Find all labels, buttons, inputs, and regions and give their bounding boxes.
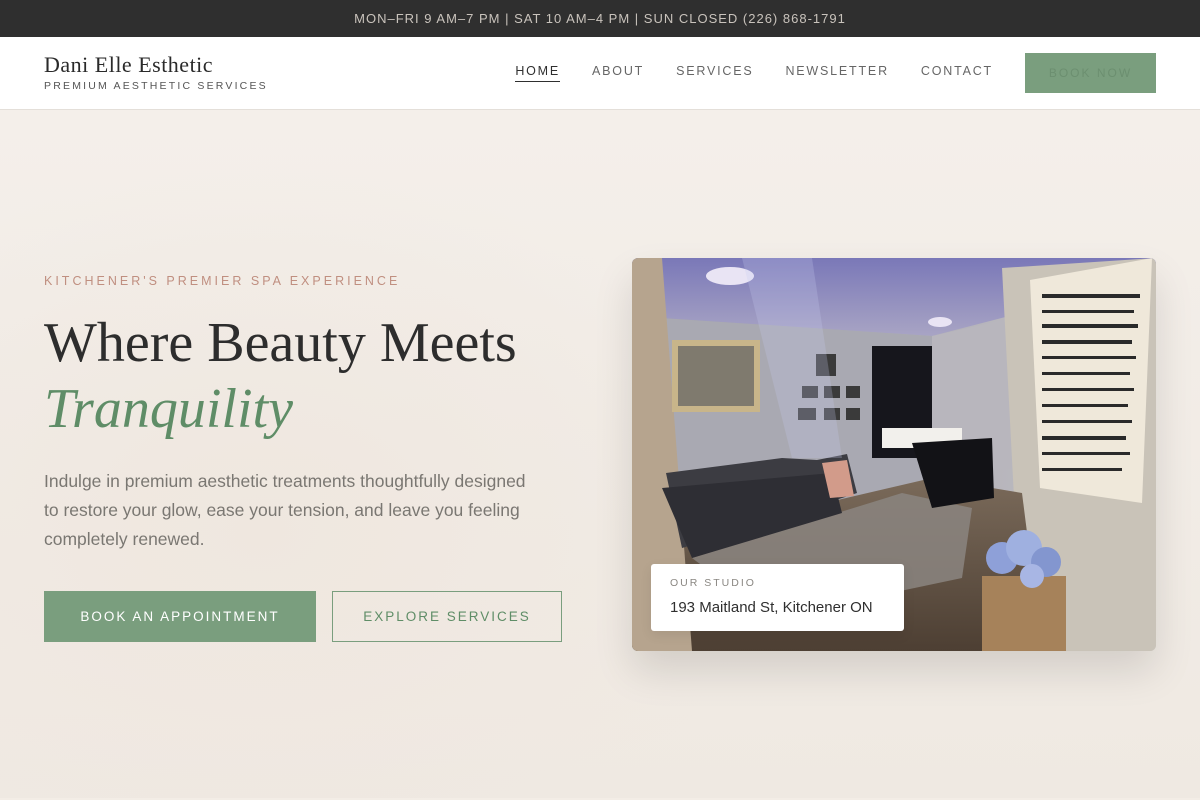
studio-label: OUR STUDIO — [670, 577, 756, 589]
site-header: Dani Elle Esthetic PREMIUM AESTHETIC SER… — [0, 37, 1200, 110]
nav-link-newsletter[interactable]: NEWSLETTER — [785, 64, 888, 82]
nav-link-about[interactable]: ABOUT — [592, 64, 644, 82]
nav-link-home[interactable]: HOME — [515, 64, 561, 82]
hero-headline-accent: Tranquility — [44, 378, 293, 441]
studio-address[interactable]: 193 Maitland St, Kitchener ON — [670, 599, 885, 616]
top-info-bar: MON–FRI 9 AM–7 PM | SAT 10 AM–4 PM | SUN… — [0, 0, 1200, 37]
brand-name: Dani Elle Esthetic — [44, 52, 214, 77]
book-now-button[interactable]: BOOK NOW — [1025, 52, 1156, 93]
hero-description: Indulge in premium aesthetic treatments … — [44, 471, 526, 549]
main-nav: HOME ABOUT SERVICES NEWSLETTER CONTACT — [483, 64, 993, 82]
explore-services-button[interactable]: EXPLORE SERVICES — [332, 591, 562, 642]
hero-section: KITCHENER'S PREMIER SPA EXPERIENCE Where… — [0, 110, 1200, 798]
hours-phone-text: MON–FRI 9 AM–7 PM | SAT 10 AM–4 PM | SUN… — [354, 11, 846, 26]
studio-location-card: OUR STUDIO 193 Maitland St, Kitchener ON — [651, 564, 904, 631]
hero-headline-text: Where Beauty Meets — [44, 312, 517, 374]
hero-eyebrow: KITCHENER'S PREMIER SPA EXPERIENCE — [44, 274, 401, 288]
book-appointment-button[interactable]: BOOK AN APPOINTMENT — [44, 591, 316, 642]
hero-headline: Where Beauty Meets Tranquility — [44, 310, 517, 442]
brand-logo[interactable]: Dani Elle Esthetic PREMIUM AESTHETIC SER… — [44, 52, 268, 93]
brand-tagline: PREMIUM AESTHETIC SERVICES — [44, 80, 268, 92]
nav-link-services[interactable]: SERVICES — [676, 64, 753, 82]
nav-link-contact[interactable]: CONTACT — [921, 64, 993, 82]
